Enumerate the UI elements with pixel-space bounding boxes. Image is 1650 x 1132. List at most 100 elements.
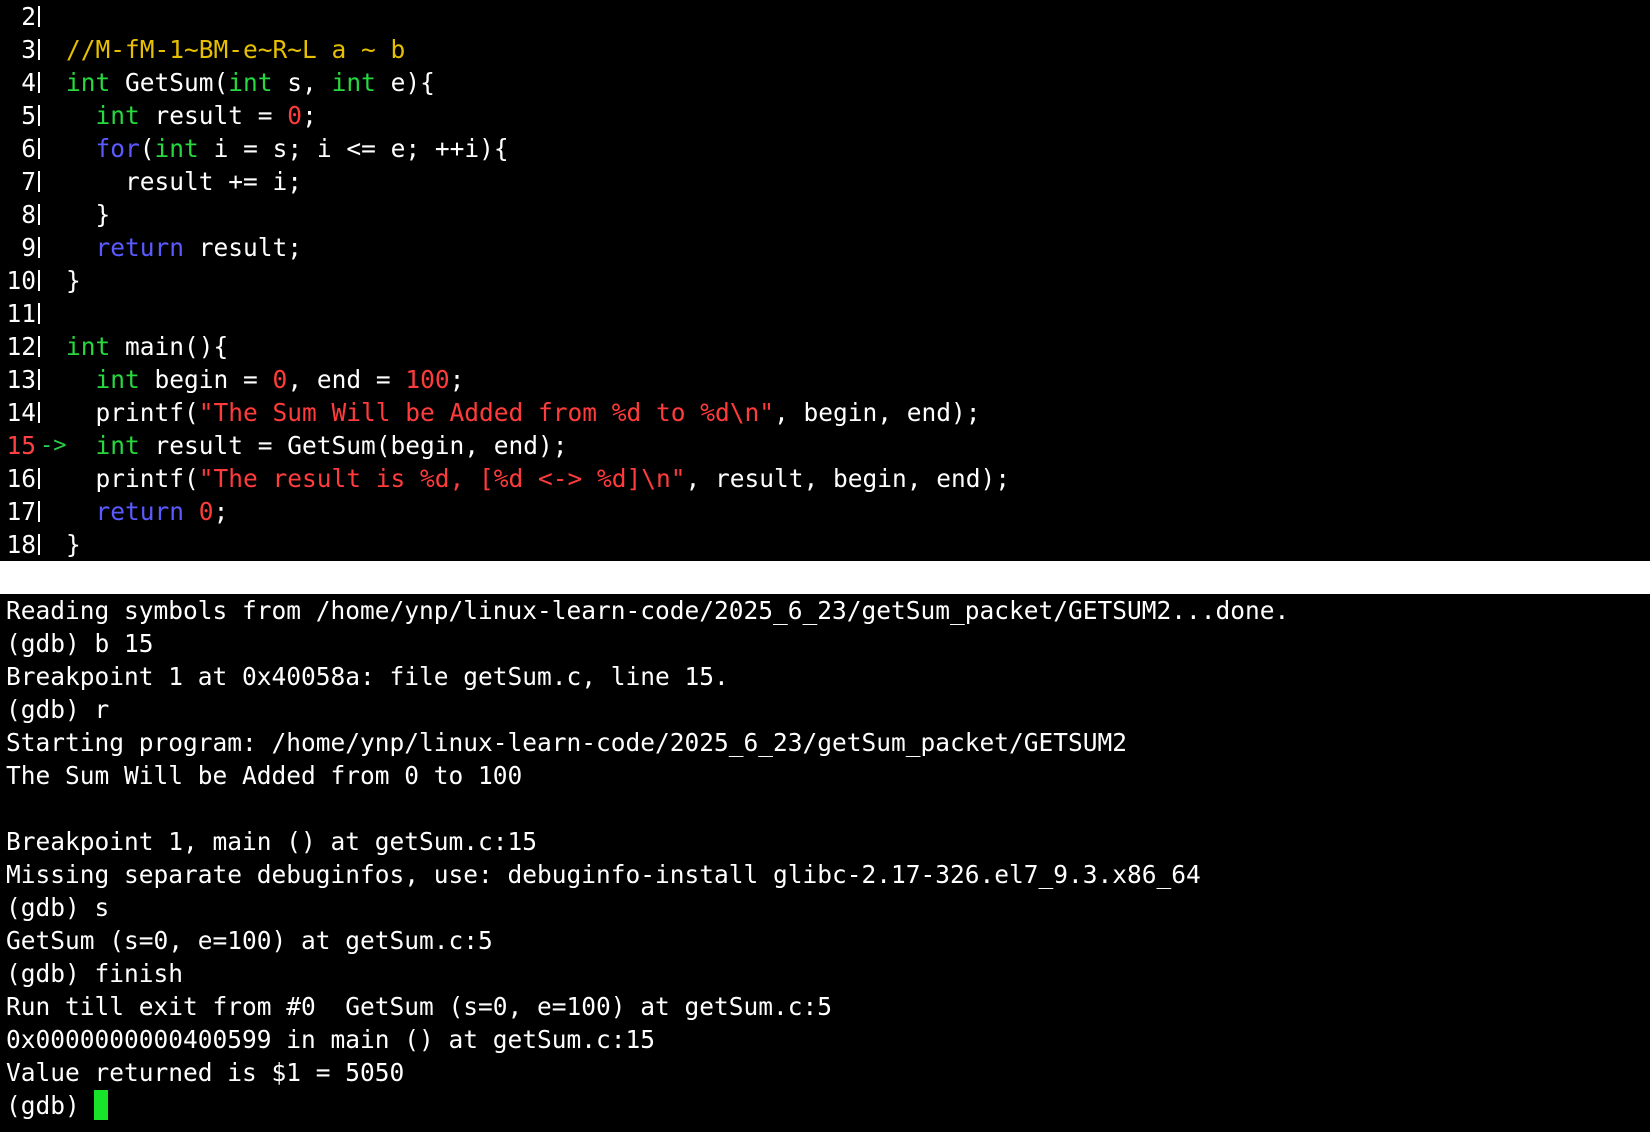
gdb-output-line: 0x0000000000400599 in main () at getSum.… — [6, 1025, 656, 1054]
source-line: 2 — [0, 0, 1650, 33]
code-token-type: int — [95, 431, 140, 460]
code-token-plain: ; — [449, 365, 465, 394]
code-token-plain: begin = — [139, 365, 273, 394]
gdb-output-line: Run till exit from #0 GetSum (s=0, e=100… — [6, 992, 833, 1021]
source-line: 11 — [0, 297, 1650, 330]
code-token-type: int — [66, 68, 111, 97]
code-token-plain: } — [66, 530, 81, 559]
code-token-type: int — [95, 101, 140, 130]
code-token-plain: ( — [139, 134, 155, 163]
source-line: 5 int result = 0; — [0, 99, 1650, 132]
code-token-plain: i = s; i <= e; ++i){ — [198, 134, 509, 163]
gdb-output-line — [6, 792, 1646, 825]
code-text: } — [66, 528, 81, 561]
line-number: 13 — [6, 365, 36, 394]
gdb-prompt-line[interactable]: (gdb) — [6, 1089, 1646, 1122]
code-token-plain: result; — [184, 233, 303, 262]
code-token-str: "The result is %d, [%d <-> %d]\n" — [198, 464, 686, 493]
code-text: int result = GetSum(begin, end); — [66, 429, 568, 462]
line-number: 17 — [6, 497, 36, 526]
code-token-plain: ; — [302, 101, 317, 130]
code-token-plain: main(){ — [110, 332, 229, 361]
code-text: int GetSum(int s, int e){ — [66, 66, 435, 99]
gutter-divider — [38, 336, 40, 357]
code-text: } — [66, 264, 81, 297]
line-number: 7 — [21, 167, 36, 196]
code-text: return result; — [66, 231, 303, 264]
code-token-kw: return — [95, 497, 185, 526]
gutter-divider — [38, 501, 40, 522]
source-line: 14 printf("The Sum Will be Added from %d… — [0, 396, 1650, 429]
code-token-plain: } — [66, 200, 111, 229]
code-token-plain: , begin, end); — [774, 398, 981, 427]
source-line: 18} — [0, 528, 1650, 561]
code-token-plain: GetSum( — [110, 68, 229, 97]
code-token-type: int — [66, 332, 111, 361]
gdb-output-line: Breakpoint 1, main () at getSum.c:15 — [6, 827, 538, 856]
gdb-output-line: Starting program: /home/ynp/linux-learn-… — [6, 728, 1128, 757]
source-line: 8 } — [0, 198, 1650, 231]
gdb-output-line: (gdb) s — [6, 893, 110, 922]
terminal-window[interactable]: 2 3//M-fM-1~BM-e~R~L a ~ b 4 int GetSum(int… — [0, 0, 1650, 1132]
source-line: 13 int begin = 0, end = 100; — [0, 363, 1650, 396]
code-token-plain: result = GetSum(begin, end); — [139, 431, 568, 460]
line-number: 3 — [21, 35, 36, 64]
code-token-num: 0 — [198, 497, 214, 526]
code-text: int main(){ — [66, 330, 228, 363]
source-file-status-bar: /home/ynp/linux-learn-code/2025_6_23/get… — [0, 561, 1650, 625]
source-line: 16 printf("The result is %d, [%d <-> %d]… — [0, 462, 1650, 495]
line-number: 5 — [21, 101, 36, 130]
line-number: 9 — [21, 233, 36, 262]
source-line: 12 int main(){ — [0, 330, 1650, 363]
gutter-divider — [38, 105, 40, 126]
source-line: 7 result += i; — [0, 165, 1650, 198]
gutter-divider — [38, 402, 40, 423]
source-line: 10} — [0, 264, 1650, 297]
gdb-output-line: (gdb) r — [6, 695, 110, 724]
gutter-divider — [38, 72, 40, 93]
line-number: 10 — [6, 266, 36, 295]
line-number: 11 — [6, 299, 36, 328]
gdb-output-line: Missing separate debuginfos, use: debugi… — [6, 860, 1201, 889]
source-line: 4 int GetSum(int s, int e){ — [0, 66, 1650, 99]
code-text: int result = 0; — [66, 99, 317, 132]
line-number: 4 — [21, 68, 36, 97]
code-text: //M-fM-1~BM-e~R~L a ~ b — [66, 33, 405, 66]
line-number: 6 — [21, 134, 36, 163]
line-number: 2 — [21, 2, 36, 31]
code-token-plain: printf( — [66, 398, 199, 427]
current-line-arrow-icon: -> — [40, 433, 67, 458]
gdb-console[interactable]: Reading symbols from /home/ynp/linux-lea… — [6, 594, 1646, 1122]
gutter-divider — [38, 6, 40, 27]
source-code-pane: 2 3//M-fM-1~BM-e~R~L a ~ b 4 int GetSum(int… — [0, 0, 1650, 561]
text-cursor[interactable] — [93, 1090, 108, 1120]
code-token-str: "The Sum Will be Added from %d to %d\n" — [198, 398, 775, 427]
gutter-divider — [38, 468, 40, 489]
gutter-divider — [38, 204, 40, 225]
gutter-divider — [38, 270, 40, 291]
gutter-divider — [38, 534, 40, 555]
gdb-output-line: (gdb) b 15 — [6, 629, 154, 658]
gutter-divider — [38, 138, 40, 159]
code-token-plain: ; — [213, 497, 229, 526]
code-token-plain: , result, begin, end); — [685, 464, 1011, 493]
line-number: 14 — [6, 398, 36, 427]
code-token-plain: result += i; — [66, 167, 303, 196]
code-text: return 0; — [66, 495, 229, 528]
line-number: 8 — [21, 200, 36, 229]
code-token-type: int — [228, 68, 273, 97]
code-token-num: 0 — [287, 101, 303, 130]
code-text: for(int i = s; i <= e; ++i){ — [66, 132, 509, 165]
gutter-divider — [38, 369, 40, 390]
gdb-output-line: Value returned is $1 = 5050 — [6, 1058, 405, 1087]
code-text: result += i; — [66, 165, 302, 198]
line-number: 16 — [6, 464, 36, 493]
code-text: printf("The Sum Will be Added from %d to… — [66, 396, 981, 429]
